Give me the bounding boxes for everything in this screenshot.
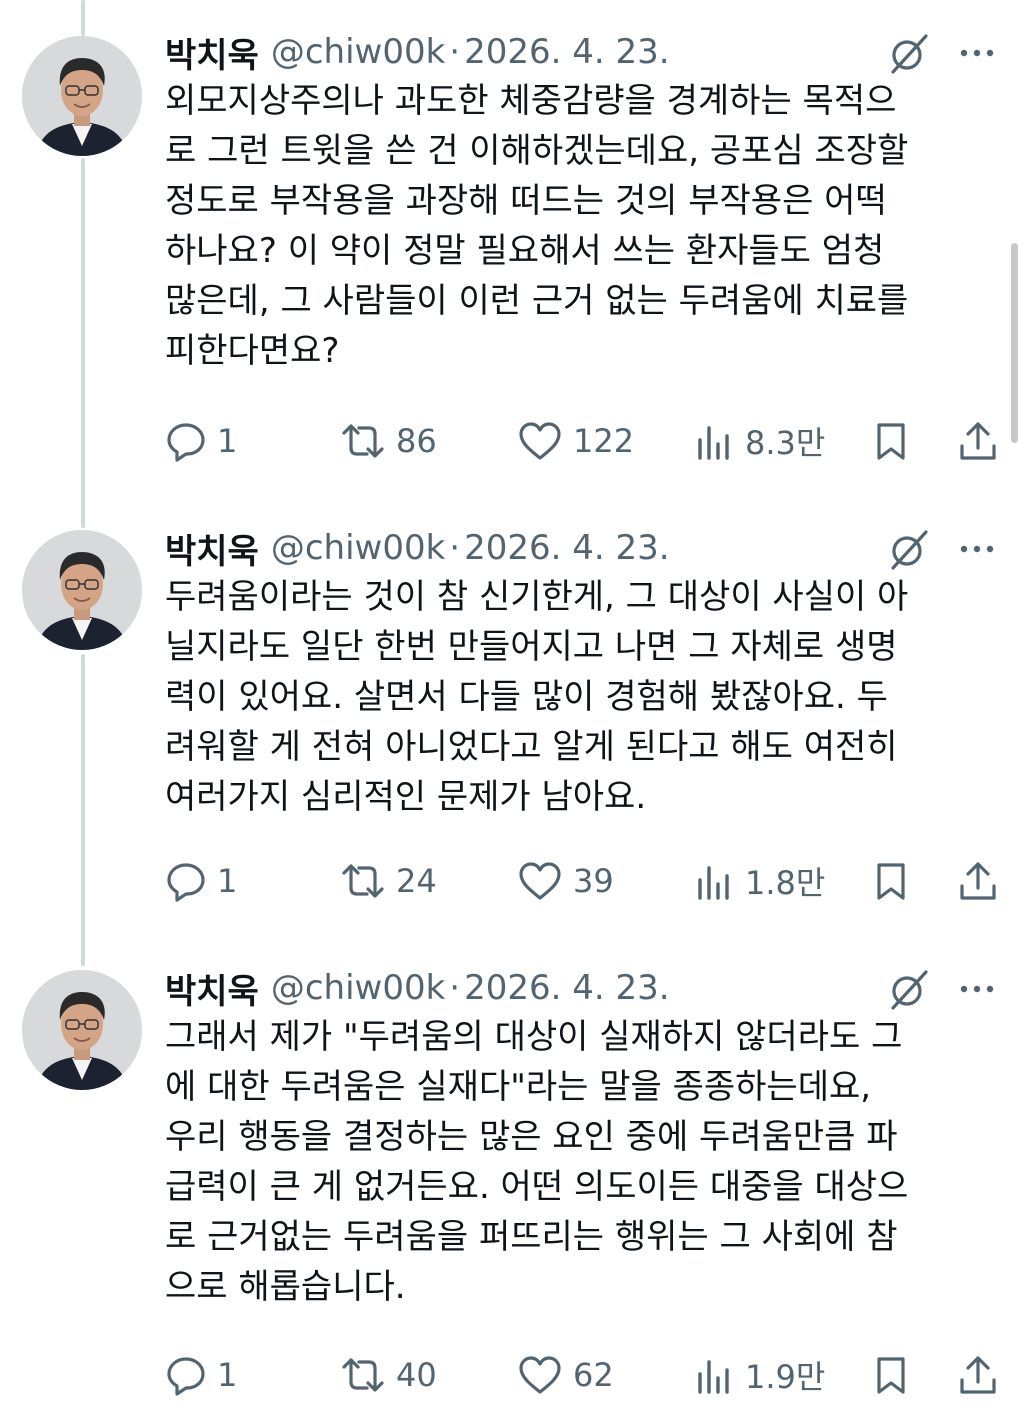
avatar-photo xyxy=(22,36,142,156)
repost-button[interactable]: 40 xyxy=(340,1350,437,1400)
reply-count: 1 xyxy=(217,422,238,460)
bookmark-button[interactable] xyxy=(871,1350,911,1400)
action-bar: 1 24 39 1.8만 xyxy=(165,856,1005,906)
separator: · xyxy=(449,32,461,72)
tweet-header: 박치욱 @chiw00k · 2026. 4. 23. xyxy=(165,962,670,1014)
heart-icon xyxy=(519,1356,561,1394)
action-bar: 1 86 122 8.3만 xyxy=(165,416,1005,466)
tweet[interactable]: 박치욱 @chiw00k · 2026. 4. 23. 외모지상주의나 과도한 … xyxy=(0,26,1024,476)
reply-button[interactable]: 1 xyxy=(165,1350,237,1400)
bookmark-icon xyxy=(877,863,905,900)
share-button[interactable] xyxy=(957,416,999,466)
post-date[interactable]: 2026. 4. 23. xyxy=(464,528,669,568)
repost-count: 24 xyxy=(396,862,437,900)
tweet-text: 두려움이라는 것이 참 신기한게, 그 대상이 사실이 아 닐지라도 일단 한번… xyxy=(165,577,909,817)
author-handle[interactable]: @chiw00k xyxy=(271,528,445,568)
view-count: 8.3만 xyxy=(745,424,826,462)
repost-count: 40 xyxy=(396,1356,437,1394)
like-count: 122 xyxy=(573,422,635,460)
view-count: 1.9만 xyxy=(745,1358,826,1396)
bookmark-icon xyxy=(877,1357,905,1394)
like-count: 39 xyxy=(573,862,614,900)
repost-icon xyxy=(342,424,384,458)
post-date[interactable]: 2026. 4. 23. xyxy=(464,968,669,1008)
repost-icon xyxy=(342,864,384,898)
like-button[interactable]: 39 xyxy=(517,856,614,906)
heart-icon xyxy=(519,422,561,460)
more-icon[interactable] xyxy=(956,974,998,1004)
views-icon xyxy=(698,1360,729,1394)
separator: · xyxy=(449,528,461,568)
heart-icon xyxy=(519,862,561,900)
share-icon xyxy=(960,862,996,900)
repost-button[interactable]: 86 xyxy=(340,416,437,466)
scrollbar[interactable] xyxy=(1011,243,1018,443)
views-icon xyxy=(698,866,729,900)
author-handle[interactable]: @chiw00k xyxy=(271,968,445,1008)
reply-count: 1 xyxy=(217,1356,238,1394)
avatar[interactable] xyxy=(22,970,142,1090)
author-name[interactable]: 박치욱 xyxy=(165,28,259,77)
like-count: 62 xyxy=(573,1356,614,1394)
share-icon xyxy=(960,1356,996,1394)
grok-icon[interactable] xyxy=(886,526,932,572)
repost-icon xyxy=(342,1358,384,1392)
reply-icon xyxy=(167,423,205,462)
views-icon xyxy=(698,426,729,460)
tweet-text: 외모지상주의나 과도한 체중감량을 경계하는 목적으 로 그런 트윗을 쓴 건 … xyxy=(165,81,909,371)
bookmark-button[interactable] xyxy=(871,416,911,466)
reply-button[interactable]: 1 xyxy=(165,856,237,906)
reply-button[interactable]: 1 xyxy=(165,416,237,466)
post-date[interactable]: 2026. 4. 23. xyxy=(464,32,669,72)
more-icon[interactable] xyxy=(956,38,998,68)
separator: · xyxy=(449,968,461,1008)
avatar-photo xyxy=(22,970,142,1090)
action-bar: 1 40 62 1.9만 xyxy=(165,1350,1005,1400)
views-button[interactable]: 1.9만 xyxy=(695,1350,825,1400)
grok-icon[interactable] xyxy=(886,966,932,1012)
share-icon xyxy=(960,422,996,460)
share-button[interactable] xyxy=(957,1350,999,1400)
reply-count: 1 xyxy=(217,862,238,900)
views-button[interactable]: 8.3만 xyxy=(695,416,825,466)
bookmark-icon xyxy=(877,423,905,460)
avatar[interactable] xyxy=(22,36,142,156)
grok-icon[interactable] xyxy=(886,30,932,76)
reply-icon xyxy=(167,863,205,902)
reply-icon xyxy=(167,1357,205,1396)
view-count: 1.8만 xyxy=(745,864,826,902)
views-button[interactable]: 1.8만 xyxy=(695,856,825,906)
like-button[interactable]: 62 xyxy=(517,1350,614,1400)
tweet[interactable]: 박치욱 @chiw00k · 2026. 4. 23. 두려움이라는 것이 참 … xyxy=(0,522,1024,932)
tweet-header: 박치욱 @chiw00k · 2026. 4. 23. xyxy=(165,26,670,78)
bookmark-button[interactable] xyxy=(871,856,911,906)
avatar-photo xyxy=(22,530,142,650)
tweet-header: 박치욱 @chiw00k · 2026. 4. 23. xyxy=(165,522,670,574)
tweet-text: 그래서 제가 "두려움의 대상이 실재하지 않더라도 그 에 대한 두려움은 실… xyxy=(165,1017,909,1307)
tweet[interactable]: 박치욱 @chiw00k · 2026. 4. 23. 그래서 제가 "두려움의… xyxy=(0,962,1024,1424)
avatar[interactable] xyxy=(22,530,142,650)
repost-count: 86 xyxy=(396,422,437,460)
like-button[interactable]: 122 xyxy=(517,416,634,466)
more-icon[interactable] xyxy=(956,534,998,564)
author-name[interactable]: 박치욱 xyxy=(165,964,259,1013)
repost-button[interactable]: 24 xyxy=(340,856,437,906)
author-name[interactable]: 박치욱 xyxy=(165,524,259,573)
author-handle[interactable]: @chiw00k xyxy=(271,32,445,72)
share-button[interactable] xyxy=(957,856,999,906)
